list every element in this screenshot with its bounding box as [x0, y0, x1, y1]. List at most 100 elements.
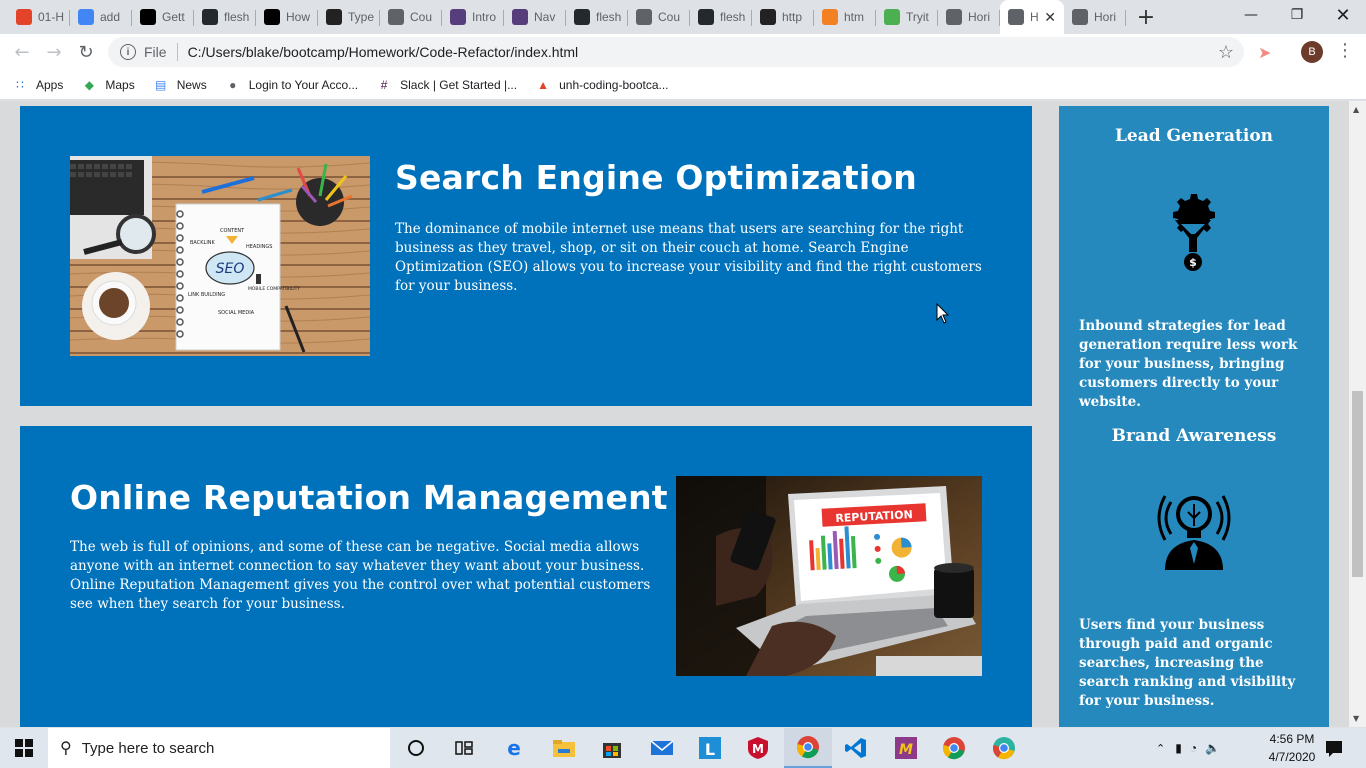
url-text[interactable]: C:/Users/blake/bootcamp/Homework/Code-Re…: [188, 44, 579, 60]
windows-taskbar: ⚲ Type here to search e L M M ⌃ ▮ ◔ 🔈 4:…: [0, 728, 1366, 768]
browser-tab[interactable]: 01-H: [8, 0, 70, 34]
svg-text:L: L: [705, 740, 715, 759]
vscode-icon[interactable]: [832, 728, 880, 768]
brand-awareness-icon: [1157, 495, 1231, 570]
medium-icon: [264, 9, 280, 25]
bookmark-item[interactable]: ∷ Apps: [12, 77, 63, 93]
browser-tab[interactable]: Intro: [442, 0, 504, 34]
brand-awareness-body: Users find your business through paid an…: [1079, 617, 1296, 709]
taskbar-clock[interactable]: 4:56 PM 4/7/2020: [1262, 730, 1322, 766]
tab-label: Cou: [658, 10, 681, 24]
tab-label: 01-H: [38, 10, 65, 24]
svg-text:M: M: [899, 742, 913, 758]
restore-button[interactable]: ❐: [1274, 0, 1320, 30]
chrome-canary-icon[interactable]: [980, 728, 1028, 768]
lasso-app-icon[interactable]: L: [686, 728, 734, 768]
browser-tab[interactable]: Cou: [380, 0, 442, 34]
forward-button[interactable]: →: [38, 36, 70, 68]
bookmark-item[interactable]: ▲ unh-coding-bootca...: [535, 77, 668, 93]
mail-icon[interactable]: [638, 728, 686, 768]
tab-label: Cou: [410, 10, 433, 24]
cortana-icon[interactable]: [392, 728, 440, 768]
clock-time: 4:56 PM: [1269, 732, 1315, 746]
file-explorer-icon[interactable]: [540, 728, 588, 768]
volume-icon[interactable]: 🔈: [1205, 741, 1220, 755]
browser-tab[interactable]: http: [752, 0, 814, 34]
browser-tab[interactable]: Nav: [504, 0, 566, 34]
new-tab-button[interactable]: +: [1126, 0, 1166, 34]
sidebar-aside: Lead Generation $ Inbound strategies for…: [1059, 106, 1329, 727]
google-icon: [78, 9, 94, 25]
svg-text:M: M: [752, 742, 764, 756]
taskbar-search-box[interactable]: ⚲ Type here to search: [48, 728, 390, 768]
bookmark-label: Slack | Get Started |...: [400, 77, 518, 92]
browser-tab[interactable]: H ✕: [1000, 0, 1064, 34]
browser-tab[interactable]: add: [70, 0, 132, 34]
windows-logo-icon: [15, 739, 33, 757]
chrome-second-icon[interactable]: [930, 728, 978, 768]
close-window-button[interactable]: ✕: [1320, 0, 1366, 30]
tab-label: Hori: [1094, 10, 1117, 24]
browser-tab[interactable]: htm: [814, 0, 876, 34]
menu-icon[interactable]: ⋮: [1336, 40, 1354, 61]
back-button[interactable]: ←: [6, 36, 38, 68]
bookmark-item[interactable]: ● Login to Your Acco...: [225, 77, 358, 93]
profile-avatar[interactable]: B: [1301, 41, 1323, 63]
browser-tab[interactable]: flesh: [690, 0, 752, 34]
browser-tab[interactable]: Tryit: [876, 0, 938, 34]
browser-tab[interactable]: Cou: [628, 0, 690, 34]
taskbar-search-placeholder: Type here to search: [81, 739, 215, 757]
scroll-up-icon[interactable]: ▲: [1353, 105, 1359, 114]
extension-icon[interactable]: ➤: [1258, 43, 1271, 62]
w3schools-icon: [884, 9, 900, 25]
browser-tab[interactable]: flesh: [566, 0, 628, 34]
bookmark-star-icon[interactable]: ☆: [1218, 42, 1234, 63]
bookmark-label: News: [176, 77, 207, 92]
mcafee-icon[interactable]: M: [734, 728, 782, 768]
minimize-button[interactable]: —: [1228, 0, 1274, 30]
browser-tab[interactable]: Hori: [1064, 0, 1126, 34]
github-icon: [698, 9, 714, 25]
search-icon: ⚲: [60, 740, 72, 757]
seo-image-content: CONTENT: [220, 228, 245, 234]
tab-label: Type: [348, 10, 375, 24]
github-icon: [202, 9, 218, 25]
tab-label: Tryit: [906, 10, 929, 24]
scroll-down-icon[interactable]: ▼: [1353, 714, 1359, 723]
address-bar[interactable]: i File C:/Users/blake/bootcamp/Homework/…: [108, 37, 1244, 67]
browser-tab[interactable]: Gett: [132, 0, 194, 34]
bookmark-item[interactable]: ◆ Maps: [81, 77, 135, 93]
close-tab-icon[interactable]: ✕: [1044, 9, 1056, 26]
tab-label: Gett: [162, 10, 185, 24]
notifications-icon[interactable]: [1314, 728, 1354, 768]
info-icon[interactable]: i: [120, 44, 136, 60]
reputation-section: Online Reputation Management The web is …: [20, 426, 1032, 727]
seo-image-mobile: MOBILE COMPATIBILITY: [248, 286, 300, 292]
bookmark-label: unh-coding-bootca...: [559, 77, 669, 92]
maple-app-icon[interactable]: M: [882, 728, 930, 768]
battery-icon[interactable]: ▮: [1175, 741, 1182, 755]
bookmark-item[interactable]: # Slack | Get Started |...: [376, 77, 517, 93]
seo-heading: Search Engine Optimization: [395, 158, 917, 197]
seo-image-social: SOCIAL MEDIA: [218, 310, 255, 316]
browser-tab[interactable]: Type: [318, 0, 380, 34]
start-button[interactable]: [0, 728, 48, 768]
tray-chevron-icon[interactable]: ⌃: [1156, 742, 1165, 755]
bookmark-item[interactable]: ▤ News: [153, 77, 207, 93]
microsoft-store-icon[interactable]: [588, 728, 636, 768]
wifi-icon[interactable]: ◔: [1190, 741, 1197, 755]
task-view-icon[interactable]: [440, 728, 488, 768]
browser-tab[interactable]: flesh: [194, 0, 256, 34]
address-separator: [176, 43, 178, 61]
seo-image-headings: HEADINGS: [246, 244, 272, 250]
scheme-label: File: [144, 44, 167, 60]
edge-browser-icon[interactable]: e: [490, 728, 538, 768]
page-scrollbar[interactable]: ▲ ▼: [1349, 101, 1366, 727]
chrome-icon[interactable]: [784, 728, 832, 768]
bookmark-label: Login to Your Acco...: [248, 77, 359, 92]
seo-image-linkbuilding: LINK BUILDING: [188, 292, 225, 298]
scrollbar-thumb[interactable]: [1352, 391, 1363, 577]
reload-button[interactable]: ↻: [70, 36, 102, 68]
browser-tab[interactable]: How: [256, 0, 318, 34]
browser-tab[interactable]: Hori: [938, 0, 1000, 34]
